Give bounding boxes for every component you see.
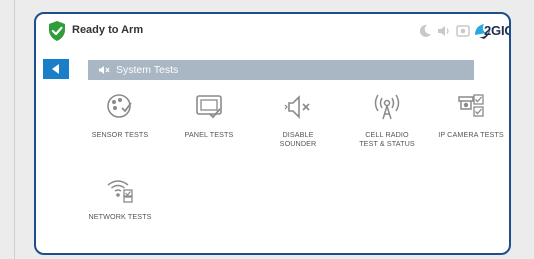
cell-radio-label: CELL RADIO TEST & STATUS <box>359 130 415 148</box>
status-bar: Ready to Arm 2GIG <box>36 14 509 48</box>
camera-icon[interactable] <box>455 23 471 39</box>
disable-sounder-tile[interactable]: DISABLE SOUNDER <box>256 86 340 164</box>
page-guide-line <box>14 0 15 259</box>
ip-camera-icon <box>458 94 484 117</box>
cell-radio-icon <box>374 94 400 120</box>
panel-tests-label: PANEL TESTS <box>184 130 234 139</box>
page-title: System Tests <box>116 64 179 76</box>
network-tests-tile[interactable]: NETWORK TESTS <box>78 168 162 246</box>
panel-icon <box>196 95 222 119</box>
panel-tests-tile[interactable]: PANEL TESTS <box>167 86 251 164</box>
network-icon <box>107 180 133 203</box>
page-title-bar: System Tests <box>88 60 474 80</box>
cell-radio-tile[interactable]: CELL RADIO TEST & STATUS <box>345 86 429 164</box>
sensor-tests-tile[interactable]: SENSOR TESTS <box>78 86 162 164</box>
sensor-icon <box>107 94 132 118</box>
back-button[interactable] <box>43 59 69 79</box>
mute-speaker-icon <box>284 95 310 119</box>
back-arrow-icon <box>52 64 59 74</box>
disable-sounder-label: DISABLE SOUNDER <box>279 130 317 148</box>
brand-name: 2GIG <box>484 23 509 38</box>
ip-camera-tests-tile[interactable]: IP CAMERA TESTS <box>429 86 509 164</box>
sensor-tests-label: SENSOR TESTS <box>91 130 149 139</box>
ip-camera-tests-label: IP CAMERA TESTS <box>438 130 504 139</box>
shield-check-icon <box>49 21 65 41</box>
network-tests-label: NETWORK TESTS <box>88 212 152 221</box>
panel-screen: Ready to Arm 2GIG System Tests <box>34 12 511 255</box>
speaker-icon[interactable] <box>436 23 452 39</box>
mute-speaker-icon <box>99 66 110 74</box>
arm-status-text: Ready to Arm <box>72 24 144 36</box>
moon-icon[interactable] <box>417 23 433 39</box>
